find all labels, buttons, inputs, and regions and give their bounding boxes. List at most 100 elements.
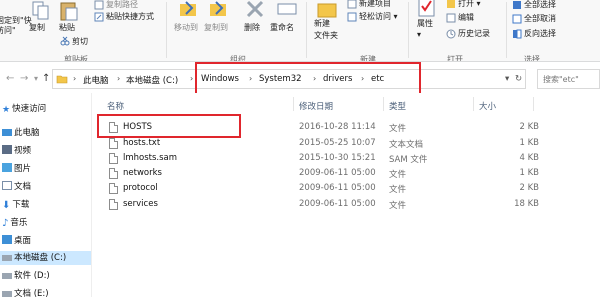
ribbon-divider xyxy=(408,2,409,58)
file-type: 文件 xyxy=(389,201,407,211)
column-divider[interactable] xyxy=(383,97,384,111)
file-date: 2009-06-11 05:00 xyxy=(299,168,376,178)
properties-dropdown-icon[interactable]: ▾ xyxy=(417,30,421,39)
open-icon xyxy=(447,0,455,8)
invert-selection-button[interactable]: 反向选择 xyxy=(524,28,556,39)
nav-this-pc[interactable]: 此电脑 xyxy=(2,126,40,140)
clipboard-group-label: 剪贴板 xyxy=(64,55,88,62)
nav-music[interactable]: ♪ 音乐 xyxy=(2,216,27,230)
properties-button[interactable]: 属性 xyxy=(417,18,433,29)
refresh-icon[interactable]: ↻ xyxy=(515,74,522,84)
copy-path-button[interactable]: 复制路径 xyxy=(106,0,138,10)
folder-icon xyxy=(56,75,68,84)
cut-button[interactable]: 剪切 xyxy=(72,36,88,47)
properties-icon xyxy=(418,0,435,17)
delete-button[interactable]: 删除 xyxy=(244,22,260,33)
copy-to-icon xyxy=(210,1,226,16)
paste-button[interactable]: 粘贴 xyxy=(59,22,75,33)
drive-icon xyxy=(2,273,12,279)
easy-access-icon xyxy=(347,12,357,22)
ribbon-divider xyxy=(506,2,507,58)
file-size: 18 KB xyxy=(514,199,539,209)
column-header-name[interactable]: 名称 xyxy=(107,100,124,112)
nav-desktop[interactable]: 桌面 xyxy=(2,234,31,248)
new-item-button[interactable]: 新建项目 xyxy=(359,0,391,9)
select-none-button[interactable]: 全部取消 xyxy=(524,13,556,24)
file-row[interactable]: protocol 2009-06-11 05:00 文件 2 KB xyxy=(93,181,600,196)
hosts-highlight-box xyxy=(97,114,241,138)
nav-videos[interactable]: 视频 xyxy=(2,144,31,158)
file-size: 1 KB xyxy=(519,138,539,148)
nav-quick-access[interactable]: ★ 快速访问 xyxy=(2,102,46,116)
star-icon: ★ xyxy=(2,105,11,115)
open-group-label: 打开 xyxy=(447,55,463,62)
file-date: 2015-05-25 10:07 xyxy=(299,138,376,148)
column-header-size[interactable]: 大小 xyxy=(479,100,496,112)
easy-access-button[interactable]: 轻松访问 ▾ xyxy=(359,11,398,22)
rename-button[interactable]: 重命名 xyxy=(270,22,294,33)
breadcrumb-separator: › xyxy=(190,74,194,83)
rename-icon xyxy=(277,3,297,15)
history-icon xyxy=(446,29,456,39)
breadcrumb-local-disk-c[interactable]: 本地磁盘 (C:) xyxy=(126,74,178,86)
column-header-type[interactable]: 类型 xyxy=(389,100,406,112)
file-size: 2 KB xyxy=(519,183,539,193)
pin-to-quick-access-button[interactable]: 固定到"快 访问" xyxy=(0,16,32,36)
column-header-date[interactable]: 修改日期 xyxy=(299,100,333,112)
file-type: 文件 xyxy=(389,185,407,195)
invert-selection-icon xyxy=(513,29,522,39)
pictures-folder-icon xyxy=(2,163,12,172)
nav-pictures[interactable]: 图片 xyxy=(2,162,31,176)
paste-shortcut-icon xyxy=(94,12,104,22)
file-date: 2009-06-11 05:00 xyxy=(299,199,376,209)
file-icon xyxy=(109,199,118,210)
new-folder-button[interactable]: 新建 文件夹 xyxy=(314,18,338,42)
nav-downloads[interactable]: ⬇ 下载 xyxy=(2,198,29,212)
history-button[interactable]: 历史记录 xyxy=(458,28,490,39)
copy-button[interactable]: 复制 xyxy=(29,22,45,33)
organize-group-label: 组织 xyxy=(230,55,246,62)
move-to-button[interactable]: 移动到 xyxy=(174,22,198,33)
new-folder-icon xyxy=(317,3,337,18)
ribbon-divider xyxy=(306,2,307,58)
file-row[interactable]: networks 2009-06-11 05:00 文件 1 KB xyxy=(93,166,600,181)
cut-icon xyxy=(60,36,70,46)
edit-icon xyxy=(446,13,456,23)
nav-documents-e[interactable]: 文档 (E:) xyxy=(2,287,49,297)
column-divider[interactable] xyxy=(533,97,534,111)
paste-shortcut-button[interactable]: 粘贴快捷方式 xyxy=(106,11,154,22)
file-size: 1 KB xyxy=(519,168,539,178)
new-item-icon xyxy=(347,0,357,9)
forward-arrow-icon[interactable]: → xyxy=(20,73,28,84)
address-dropdown-icon[interactable]: ▾ xyxy=(505,74,509,84)
recent-locations-chevron-icon[interactable]: ▾ xyxy=(34,74,38,83)
file-row[interactable]: services 2009-06-11 05:00 文件 18 KB xyxy=(93,197,600,212)
drive-icon xyxy=(2,291,12,297)
file-row[interactable]: lmhosts.sam 2015-10-30 15:21 SAM 文件 4 KB xyxy=(93,151,600,166)
navigation-pane: ★ 快速访问 此电脑 视频 图片 文档 ⬇ 下载 ♪ 音乐 桌面 本地磁盘 (C:) … xyxy=(0,93,92,297)
move-to-icon xyxy=(180,1,196,16)
column-divider[interactable] xyxy=(293,97,294,111)
paste-icon xyxy=(60,2,78,21)
breadcrumb-this-pc[interactable]: 此电脑 xyxy=(83,74,109,86)
nav-documents[interactable]: 文档 xyxy=(2,180,31,194)
file-name: services xyxy=(123,199,158,209)
download-icon: ⬇ xyxy=(2,200,11,211)
delete-icon xyxy=(246,0,264,18)
open-button[interactable]: 打开 ▾ xyxy=(458,0,481,9)
search-input[interactable]: 搜索"etc" xyxy=(537,69,600,89)
file-row[interactable]: hosts.txt 2015-05-25 10:07 文本文档 1 KB xyxy=(93,136,600,151)
edit-button[interactable]: 编辑 xyxy=(458,12,474,23)
nav-local-disk-c[interactable]: 本地磁盘 (C:) xyxy=(0,251,91,265)
file-icon xyxy=(109,183,118,194)
back-arrow-icon[interactable]: ← xyxy=(6,73,14,84)
file-name: protocol xyxy=(123,183,158,193)
select-all-button[interactable]: 全部选择 xyxy=(524,0,556,10)
up-arrow-icon[interactable]: ↑ xyxy=(42,73,50,84)
copy-to-button[interactable]: 复制到 xyxy=(204,22,228,33)
column-divider[interactable] xyxy=(473,97,474,111)
file-date: 2015-10-30 15:21 xyxy=(299,153,376,163)
nav-software-d[interactable]: 软件 (D:) xyxy=(2,269,50,283)
file-type: 文件 xyxy=(389,124,407,134)
file-name: hosts.txt xyxy=(123,138,161,148)
